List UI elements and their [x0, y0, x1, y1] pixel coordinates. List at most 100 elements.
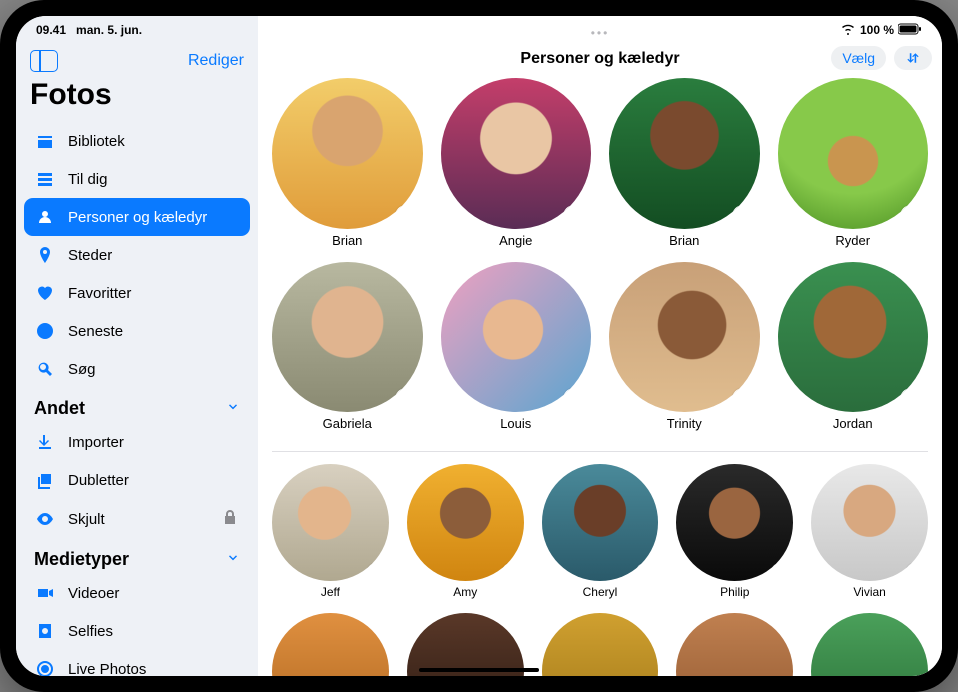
favorite-badge[interactable]: [563, 205, 585, 227]
chevron-down-icon: [226, 549, 240, 570]
status-date: man. 5. jun.: [76, 23, 142, 37]
person-card[interactable]: [811, 613, 928, 676]
person-card[interactable]: [272, 613, 389, 676]
wifi-icon: [840, 23, 856, 38]
favorite-badge[interactable]: [502, 563, 520, 581]
favorite-badge[interactable]: [367, 563, 385, 581]
section-title: Andet: [34, 398, 85, 419]
sidebar-item-label: Steder: [68, 247, 112, 264]
person-card[interactable]: Jordan: [778, 262, 929, 432]
heart-icon: [736, 209, 749, 222]
person-card[interactable]: Brian: [609, 78, 760, 248]
select-label: Vælg: [842, 50, 875, 66]
face-image: [811, 613, 928, 676]
avatar: [778, 78, 929, 229]
person-card[interactable]: [542, 613, 659, 676]
sidebar-nav[interactable]: BibliotekTil dig Personer og kæledyr Stede…: [16, 122, 258, 676]
person-card[interactable]: Angie: [441, 78, 592, 248]
sidebar-item-search[interactable]: Søg: [24, 350, 250, 388]
sidebar-item-clock[interactable]: Seneste: [24, 312, 250, 350]
person-card[interactable]: Cheryl: [542, 464, 659, 599]
dupes-icon: [34, 469, 56, 491]
heart-icon: [568, 209, 581, 222]
edit-button[interactable]: Rediger: [188, 52, 244, 70]
avatar: [609, 262, 760, 413]
person-name: Angie: [499, 233, 532, 248]
avatar: [676, 613, 793, 676]
person-card[interactable]: [407, 613, 524, 676]
favorite-badge[interactable]: [900, 205, 922, 227]
person-card[interactable]: Jeff: [272, 464, 389, 599]
person-card[interactable]: Vivian: [811, 464, 928, 599]
favorite-badge[interactable]: [395, 388, 417, 410]
sidebar-item-video[interactable]: Videoer: [24, 574, 250, 612]
person-card[interactable]: Gabriela: [272, 262, 423, 432]
sidebar-item-label: Favoritter: [68, 285, 131, 302]
sidebar-item-label: Dubletter: [68, 472, 129, 489]
status-bar: 09.41 man. 5. jun. 100 %: [16, 16, 942, 40]
sidebar-item-label: Seneste: [68, 323, 123, 340]
heart-icon: [370, 566, 381, 577]
main-content: ••• Personer og kæledyr Vælg Brian: [258, 16, 942, 676]
person-name: Brian: [332, 233, 362, 248]
person-card[interactable]: Brian: [272, 78, 423, 248]
sidebar-item-live[interactable]: Live Photos: [24, 650, 250, 676]
section-head[interactable]: Medietyper: [24, 539, 250, 574]
sidebar-item-hidden[interactable]: Skjult: [24, 499, 250, 539]
video-icon: [34, 582, 56, 604]
selfie-icon: [34, 620, 56, 642]
lock-icon: [220, 507, 240, 531]
sidebar: Rediger Fotos BibliotekTil digPersoner o…: [16, 16, 258, 676]
sidebar-item-label: Personer og kæledyr: [68, 209, 207, 226]
sidebar-item-label: Importer: [68, 434, 124, 451]
pin-icon: [34, 244, 56, 266]
others-grid: Jeff Amy Cheryl Philip V: [272, 452, 928, 676]
section-title: Medietyper: [34, 549, 129, 570]
section-head[interactable]: Andet: [24, 388, 250, 423]
avatar: [272, 613, 389, 676]
sidebar-item-label: Skjult: [68, 511, 105, 528]
heart-icon: [568, 393, 581, 406]
sidebar-item-import[interactable]: Importer: [24, 423, 250, 461]
favorite-badge[interactable]: [395, 205, 417, 227]
sort-button[interactable]: [894, 46, 932, 70]
sidebar-item-library[interactable]: Bibliotek: [24, 122, 250, 160]
toggle-sidebar-icon[interactable]: [30, 50, 58, 72]
favorite-badge[interactable]: [732, 388, 754, 410]
person-card[interactable]: Ryder: [778, 78, 929, 248]
sidebar-item-heart[interactable]: Favoritter: [24, 274, 250, 312]
sidebar-item-dupes[interactable]: Dubletter: [24, 461, 250, 499]
sidebar-item-selfie[interactable]: Selfies: [24, 612, 250, 650]
favorite-badge[interactable]: [732, 205, 754, 227]
person-card[interactable]: Amy: [407, 464, 524, 599]
battery-text: 100 %: [860, 23, 894, 37]
home-indicator[interactable]: [419, 668, 539, 672]
heart-icon: [505, 566, 516, 577]
person-name: Gabriela: [323, 416, 372, 431]
person-card[interactable]: Philip: [676, 464, 793, 599]
search-icon: [34, 358, 56, 380]
face-image: [542, 613, 659, 676]
chevron-down-icon: [226, 398, 240, 419]
select-button[interactable]: Vælg: [831, 46, 886, 70]
clock-icon: [34, 320, 56, 342]
person-card[interactable]: Louis: [441, 262, 592, 432]
import-icon: [34, 431, 56, 453]
heart-icon: [399, 393, 412, 406]
people-icon: [34, 206, 56, 228]
favorite-badge[interactable]: [906, 563, 924, 581]
heart-icon: [905, 209, 918, 222]
avatar: [542, 464, 659, 581]
status-time: 09.41: [36, 23, 66, 37]
person-card[interactable]: Trinity: [609, 262, 760, 432]
sidebar-item-pin[interactable]: Steder: [24, 236, 250, 274]
sidebar-item-label: Videoer: [68, 585, 119, 602]
person-card[interactable]: [676, 613, 793, 676]
person-name: Trinity: [667, 416, 702, 431]
sidebar-item-foryou[interactable]: Til dig: [24, 160, 250, 198]
favorite-badge[interactable]: [563, 388, 585, 410]
sidebar-item-people[interactable]: Personer og kæledyr: [24, 198, 250, 236]
favorite-badge[interactable]: [771, 563, 789, 581]
favorite-badge[interactable]: [900, 388, 922, 410]
people-scroll[interactable]: Brian Angie Brian Ryder: [258, 78, 942, 676]
